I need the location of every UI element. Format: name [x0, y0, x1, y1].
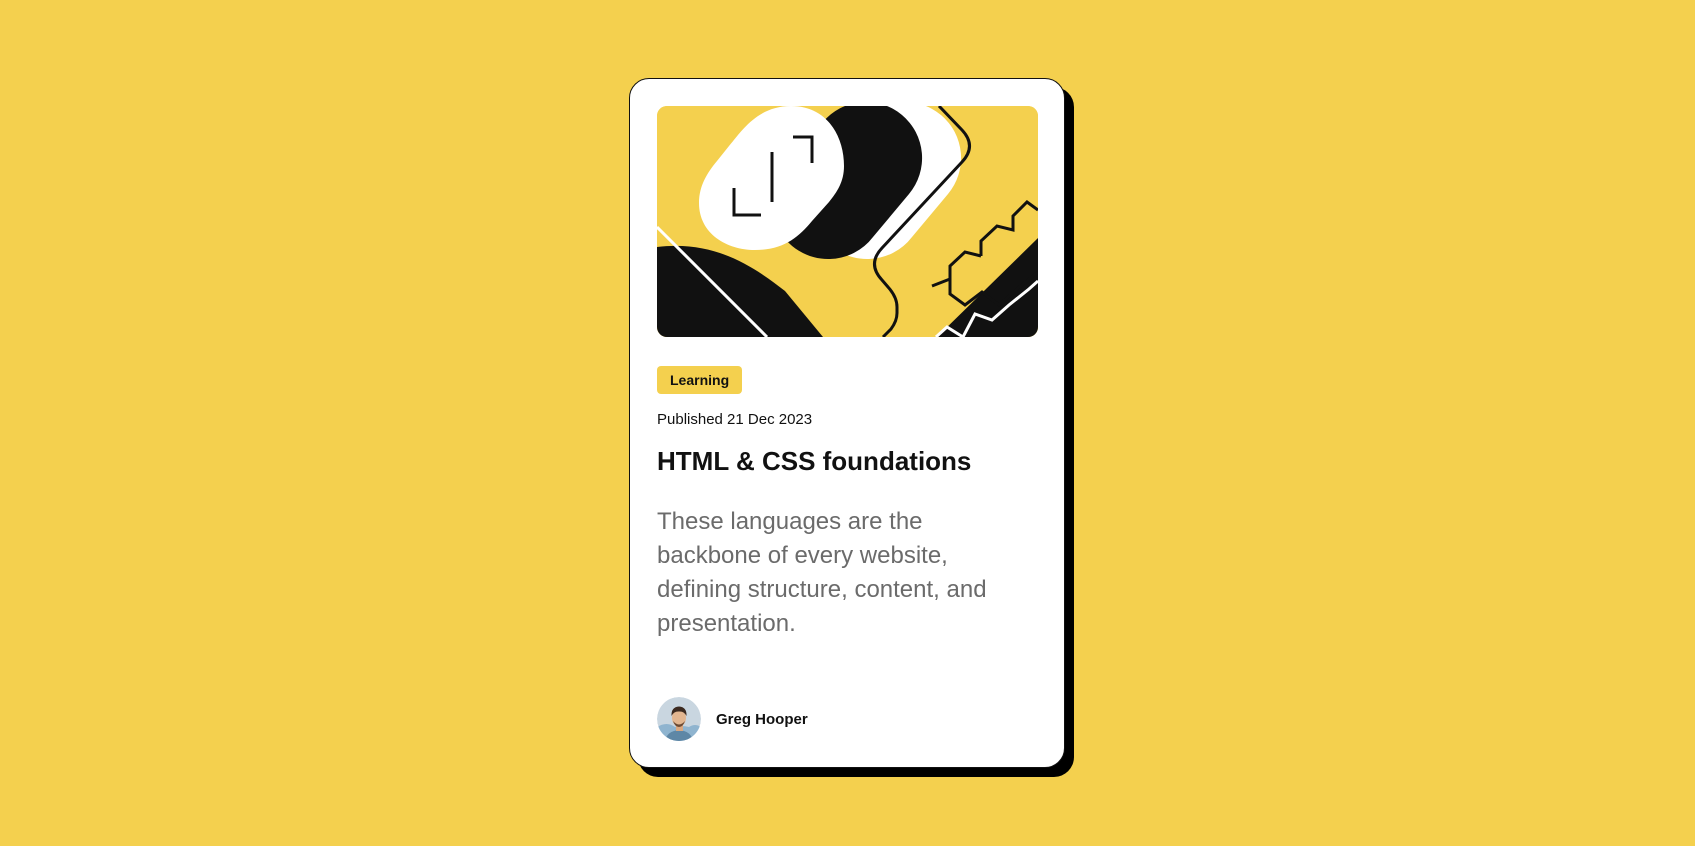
author-name: Greg Hooper	[716, 710, 808, 728]
published-date: Published 21 Dec 2023	[657, 411, 813, 428]
card-excerpt: These languages are the backbone of ever…	[657, 508, 987, 637]
blog-preview-card: Learning Published 21 Dec 2023 HTML & CS…	[629, 78, 1065, 768]
card-title[interactable]: HTML & CSS foundations	[657, 446, 971, 477]
author: Greg Hooper	[657, 697, 808, 741]
category-tag: Learning	[657, 366, 743, 394]
avatar	[657, 697, 701, 741]
avatar-image	[657, 697, 701, 741]
card-illustration	[657, 106, 1038, 337]
illustration-graphic	[657, 106, 1038, 337]
